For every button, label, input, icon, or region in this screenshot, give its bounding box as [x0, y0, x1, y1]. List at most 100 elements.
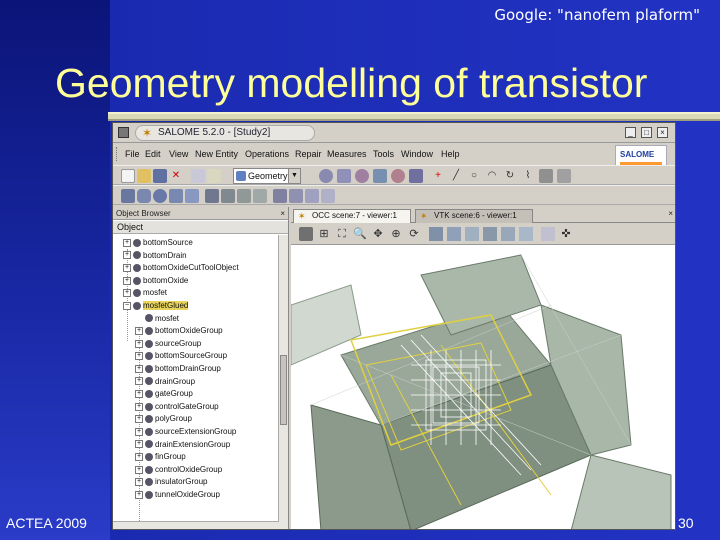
- close-button[interactable]: ×: [657, 127, 668, 138]
- tree-item-selected[interactable]: − mosfetGlued: [123, 300, 189, 311]
- expand-icon[interactable]: +: [135, 440, 143, 449]
- point-icon[interactable]: +: [431, 169, 445, 183]
- minimize-button[interactable]: _: [625, 127, 636, 138]
- back-view-icon[interactable]: [447, 227, 461, 241]
- sphere-icon[interactable]: [153, 189, 167, 203]
- expand-icon[interactable]: +: [135, 377, 143, 386]
- expand-icon[interactable]: +: [123, 276, 131, 285]
- expand-icon[interactable]: +: [123, 289, 131, 298]
- save-icon[interactable]: [153, 169, 167, 183]
- left-view-icon[interactable]: [501, 227, 515, 241]
- tree-item[interactable]: + drainGroup: [135, 376, 195, 387]
- copy-icon[interactable]: [191, 169, 205, 183]
- tree-item[interactable]: + sourceExtensionGroup: [135, 426, 236, 437]
- expand-icon[interactable]: +: [135, 453, 143, 462]
- tree-item[interactable]: + polyGroup: [135, 413, 192, 424]
- menu-new-entity[interactable]: New Entity: [195, 149, 238, 159]
- expand-icon[interactable]: +: [135, 364, 143, 373]
- clone-view-icon[interactable]: [541, 227, 555, 241]
- menu-help[interactable]: Help: [441, 149, 460, 159]
- expand-icon[interactable]: +: [135, 415, 143, 424]
- geometry-tool-icon-3[interactable]: [355, 169, 369, 183]
- expand-icon[interactable]: +: [135, 390, 143, 399]
- circle-icon[interactable]: ○: [467, 169, 481, 183]
- menu-view[interactable]: View: [169, 149, 188, 159]
- tree-item[interactable]: + drainExtensionGroup: [135, 439, 230, 450]
- cone-icon[interactable]: [185, 189, 199, 203]
- dump-view-icon[interactable]: [299, 227, 313, 241]
- expand-icon[interactable]: +: [135, 339, 143, 348]
- common-icon[interactable]: [221, 189, 235, 203]
- sketch-icon[interactable]: [539, 169, 553, 183]
- menu-operations[interactable]: Operations: [245, 149, 289, 159]
- close-study-icon[interactable]: ✕: [169, 169, 183, 183]
- clipping-icon[interactable]: ✜: [559, 227, 573, 241]
- tree-item[interactable]: + bottomOxideCutToolObject: [123, 262, 239, 273]
- expand-icon[interactable]: +: [135, 402, 143, 411]
- trihedron-icon[interactable]: ⊞: [317, 227, 331, 241]
- tree-item[interactable]: + gateGroup: [135, 388, 193, 399]
- expand-icon[interactable]: +: [135, 352, 143, 361]
- tree-item[interactable]: + bottomSource: [123, 237, 193, 248]
- line-icon[interactable]: ╱: [449, 169, 463, 183]
- partition-icon[interactable]: [273, 189, 287, 203]
- menu-repair[interactable]: Repair: [295, 149, 322, 159]
- tree-item[interactable]: + tunnelOxideGroup: [135, 489, 220, 500]
- cylinder-icon[interactable]: [137, 189, 151, 203]
- menu-measures[interactable]: Measures: [327, 149, 367, 159]
- expand-icon[interactable]: +: [135, 427, 143, 436]
- tree-item[interactable]: + bottomDrain: [123, 250, 187, 261]
- top-view-icon[interactable]: [465, 227, 479, 241]
- maximize-button[interactable]: □: [641, 127, 652, 138]
- window-menu-icon[interactable]: [118, 127, 129, 138]
- expand-icon[interactable]: +: [123, 251, 131, 260]
- tree-item[interactable]: + mosfet: [123, 287, 167, 298]
- geometry-tool-icon-4[interactable]: [373, 169, 387, 183]
- cut-icon[interactable]: [237, 189, 251, 203]
- chevron-down-icon[interactable]: ▼: [288, 169, 300, 183]
- menu-tools[interactable]: Tools: [373, 149, 394, 159]
- module-select[interactable]: Geometry ▼: [233, 168, 301, 184]
- tree-item[interactable]: + controlOxideGroup: [135, 464, 222, 475]
- open-icon[interactable]: [137, 169, 151, 183]
- tab-vtk-viewer[interactable]: ✶ VTK scene:6 - viewer:1: [415, 209, 533, 223]
- torus-icon[interactable]: [169, 189, 183, 203]
- section-icon[interactable]: [253, 189, 267, 203]
- fuse-icon[interactable]: [205, 189, 219, 203]
- rotate-icon[interactable]: ↻: [503, 169, 517, 183]
- tree-item[interactable]: + bottomOxideGroup: [135, 325, 223, 336]
- box-icon[interactable]: [121, 189, 135, 203]
- front-view-icon[interactable]: [429, 227, 443, 241]
- tree-item[interactable]: mosfet: [135, 313, 179, 324]
- object-browser-close-button[interactable]: ×: [280, 207, 285, 220]
- tree-item[interactable]: + finGroup: [135, 451, 186, 462]
- translate-icon[interactable]: [289, 189, 303, 203]
- tab-occ-viewer[interactable]: ✶ OCC scene:7 - viewer:1: [293, 209, 411, 223]
- paste-icon[interactable]: [207, 169, 221, 183]
- browser-horizontal-scrollbar[interactable]: [113, 521, 279, 529]
- expand-icon[interactable]: +: [123, 238, 131, 247]
- menu-window[interactable]: Window: [401, 149, 433, 159]
- bottom-view-icon[interactable]: [483, 227, 497, 241]
- expand-icon[interactable]: +: [135, 490, 143, 499]
- expand-icon[interactable]: +: [135, 327, 143, 336]
- menu-edit[interactable]: Edit: [145, 149, 161, 159]
- scale-icon[interactable]: [305, 189, 319, 203]
- zoom-icon[interactable]: 🔍: [353, 227, 367, 241]
- tree-item[interactable]: + insulatorGroup: [135, 476, 207, 487]
- pan-icon[interactable]: ✥: [371, 227, 385, 241]
- vector-icon[interactable]: [557, 169, 571, 183]
- tree-item[interactable]: + controlGateGroup: [135, 401, 219, 412]
- arc-icon[interactable]: ◠: [485, 169, 499, 183]
- browser-vertical-scrollbar[interactable]: [278, 235, 288, 529]
- geometry-tool-icon-1[interactable]: [319, 169, 333, 183]
- geometry-tool-icon-2[interactable]: [337, 169, 351, 183]
- new-icon[interactable]: [121, 169, 135, 183]
- tree-item[interactable]: + sourceGroup: [135, 338, 201, 349]
- polyline-icon[interactable]: ⌇: [521, 169, 535, 183]
- tree-item[interactable]: + bottomDrainGroup: [135, 363, 221, 374]
- viewer-close-button[interactable]: ×: [668, 209, 673, 218]
- browser-scroll-thumb[interactable]: [280, 355, 287, 425]
- collapse-icon[interactable]: −: [123, 301, 131, 310]
- expand-icon[interactable]: +: [135, 465, 143, 474]
